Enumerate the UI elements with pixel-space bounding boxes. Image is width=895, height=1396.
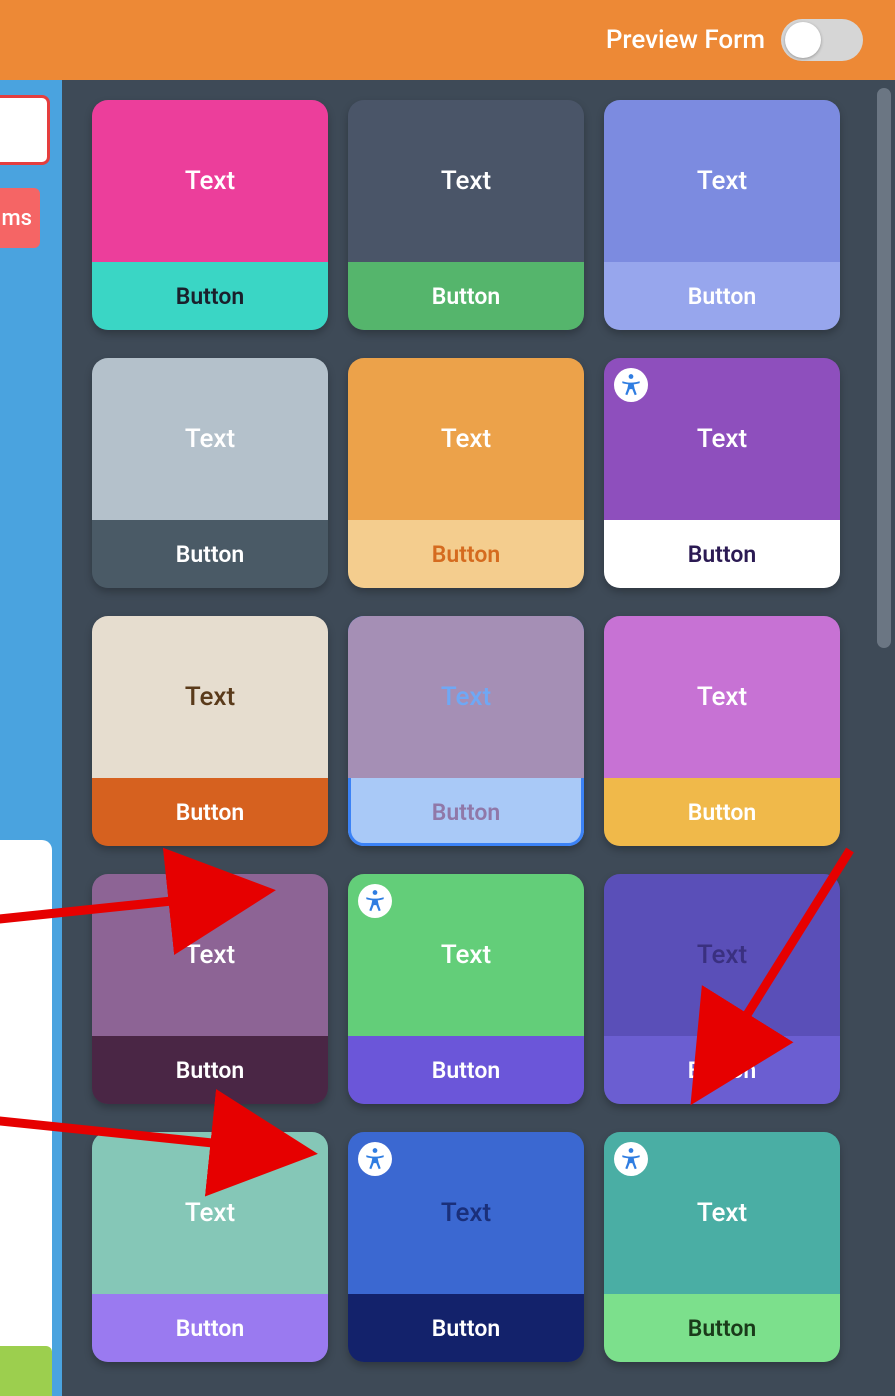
theme-tile[interactable]: Text Button — [92, 616, 328, 846]
theme-tile-button-label: Button — [432, 283, 500, 310]
theme-tile-text-label: Text — [441, 166, 491, 196]
theme-tile-button-label: Button — [176, 1057, 244, 1084]
theme-tile-button-label: Button — [688, 541, 756, 568]
theme-tile[interactable]: Text Button — [348, 616, 584, 846]
theme-tile-text-label: Text — [185, 940, 235, 970]
theme-tile-text-label: Text — [441, 940, 491, 970]
side-box-green-cropped — [0, 1346, 52, 1396]
theme-tile-text-area: Text — [604, 1132, 840, 1294]
theme-tile-text-area: Text — [604, 358, 840, 520]
theme-tile-text-label: Text — [441, 682, 491, 712]
theme-tile-text-area: Text — [604, 874, 840, 1036]
accessibility-icon — [358, 884, 392, 918]
theme-tile-text-area: Text — [348, 874, 584, 1036]
theme-tile-button-label: Button — [176, 283, 244, 310]
theme-tile-button-label: Button — [432, 541, 500, 568]
theme-tile-button-area: Button — [604, 778, 840, 846]
side-panel: ms — [0, 80, 62, 1396]
theme-tile-button-area: Button — [604, 1036, 840, 1104]
theme-tile-button-area: Button — [348, 262, 584, 330]
accessibility-icon — [358, 1142, 392, 1176]
theme-tile[interactable]: Text Button — [348, 358, 584, 588]
theme-tile[interactable]: Text Button — [348, 874, 584, 1104]
theme-tile-button-label: Button — [432, 1057, 500, 1084]
theme-tile-button-area: Button — [92, 1036, 328, 1104]
theme-tile-button-area: Button — [348, 1294, 584, 1362]
theme-tile[interactable]: Text Button — [604, 616, 840, 846]
theme-tile[interactable]: Text Button — [604, 1132, 840, 1362]
theme-tile[interactable]: Text Button — [92, 874, 328, 1104]
theme-tile-text-area: Text — [348, 100, 584, 262]
topbar: Preview Form — [0, 0, 895, 80]
theme-tile-text-area: Text — [604, 100, 840, 262]
theme-tile-text-label: Text — [697, 166, 747, 196]
theme-tile[interactable]: Text Button — [92, 358, 328, 588]
theme-tile-text-area: Text — [92, 358, 328, 520]
side-tab-cropped[interactable]: ms — [0, 188, 40, 248]
theme-tile-text-label: Text — [697, 1198, 747, 1228]
theme-tile-button-area: Button — [604, 520, 840, 588]
theme-tile-text-label: Text — [697, 682, 747, 712]
theme-tile-text-label: Text — [185, 424, 235, 454]
theme-tile-text-label: Text — [185, 1198, 235, 1228]
theme-tile-text-label: Text — [697, 424, 747, 454]
theme-tile-button-area: Button — [348, 520, 584, 588]
theme-tile-text-area: Text — [604, 616, 840, 778]
theme-tile-button-area: Button — [92, 262, 328, 330]
scrollbar[interactable] — [873, 80, 895, 1396]
theme-tile-text-label: Text — [185, 166, 235, 196]
theme-tile-button-area: Button — [348, 1036, 584, 1104]
side-box2-cropped — [0, 840, 52, 1380]
theme-tile-button-area: Button — [604, 1294, 840, 1362]
theme-tile-text-area: Text — [92, 874, 328, 1036]
theme-tile-button-area: Button — [348, 778, 584, 846]
theme-tile-text-area: Text — [92, 616, 328, 778]
side-rect-cropped — [0, 366, 52, 686]
theme-tile-button-label: Button — [688, 283, 756, 310]
side-tab-fragment: ms — [2, 206, 33, 231]
theme-tile-button-label: Button — [688, 1315, 756, 1342]
theme-tile-text-label: Text — [441, 424, 491, 454]
theme-tile-button-area: Button — [92, 778, 328, 846]
preview-form-label: Preview Form — [606, 25, 765, 55]
theme-tile[interactable]: Text Button — [92, 100, 328, 330]
toggle-knob — [785, 22, 821, 58]
theme-tile-button-area: Button — [92, 520, 328, 588]
theme-tile-button-area: Button — [92, 1294, 328, 1362]
theme-tile[interactable]: Text Button — [604, 100, 840, 330]
theme-tile[interactable]: Text Button — [92, 1132, 328, 1362]
side-box-cropped[interactable] — [0, 95, 50, 165]
theme-tile-button-label: Button — [688, 799, 756, 826]
scrollbar-thumb[interactable] — [877, 88, 891, 648]
theme-tile-button-label: Button — [432, 799, 500, 826]
theme-tile-text-area: Text — [92, 1132, 328, 1294]
theme-tile-button-label: Button — [176, 541, 244, 568]
theme-grid: Text Button Text Button Text Button Text Button… — [92, 100, 875, 1362]
theme-tile-text-label: Text — [185, 682, 235, 712]
theme-tile[interactable]: Text Button — [348, 100, 584, 330]
theme-tile-button-label: Button — [688, 1057, 756, 1084]
theme-tile-text-area: Text — [92, 100, 328, 262]
theme-tile-button-area: Button — [604, 262, 840, 330]
theme-tile-button-label: Button — [176, 1315, 244, 1342]
theme-tile[interactable]: Text Button — [604, 874, 840, 1104]
theme-tile-button-label: Button — [432, 1315, 500, 1342]
theme-picker-panel: Text Button Text Button Text Button Text Button… — [62, 80, 895, 1396]
theme-tile-text-label: Text — [441, 1198, 491, 1228]
theme-tile-text-area: Text — [348, 358, 584, 520]
theme-tile[interactable]: Text Button — [604, 358, 840, 588]
accessibility-icon — [614, 368, 648, 402]
preview-form-toggle[interactable] — [781, 19, 863, 61]
theme-tile-button-label: Button — [176, 799, 244, 826]
accessibility-icon — [614, 1142, 648, 1176]
theme-tile-text-area: Text — [348, 1132, 584, 1294]
theme-tile[interactable]: Text Button — [348, 1132, 584, 1362]
theme-tile-text-label: Text — [697, 940, 747, 970]
theme-tile-text-area: Text — [348, 616, 584, 778]
